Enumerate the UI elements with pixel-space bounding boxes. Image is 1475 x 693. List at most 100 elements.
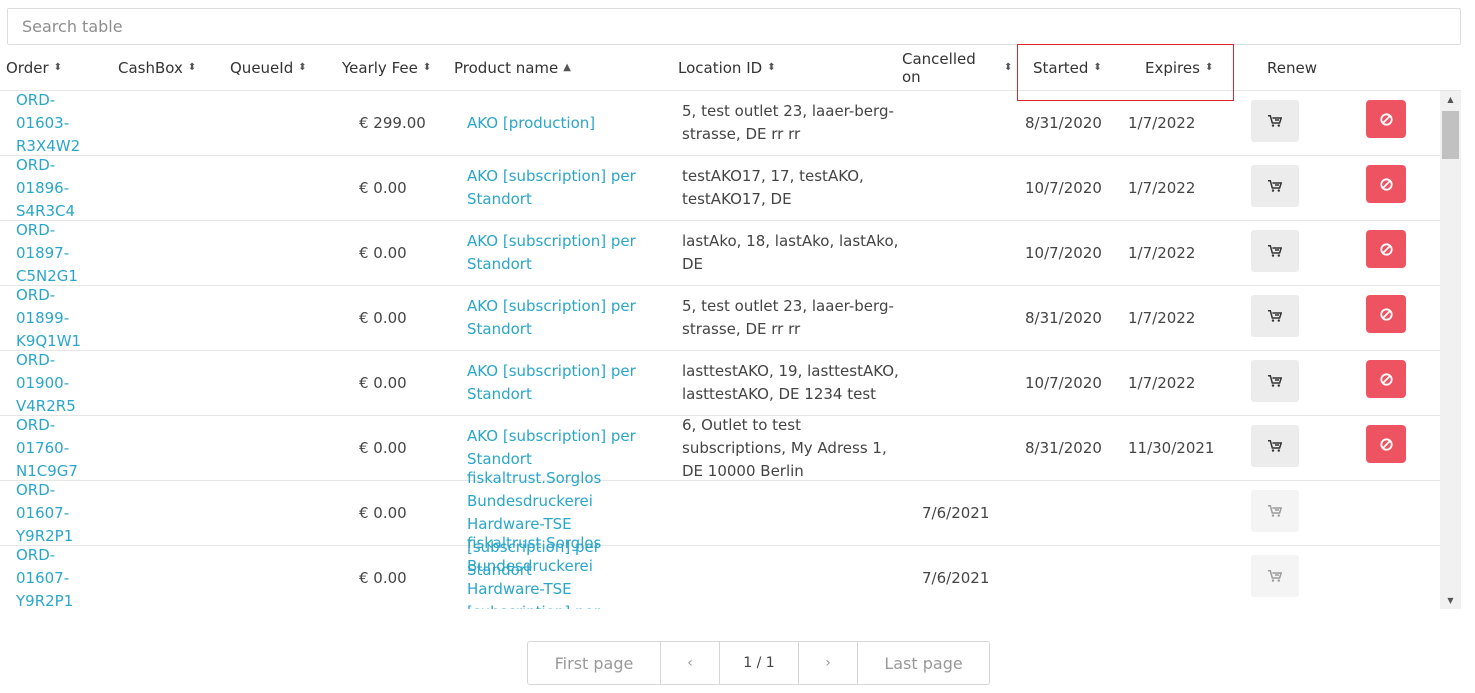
order-id-part: 01760- bbox=[16, 438, 70, 457]
renew-button[interactable] bbox=[1251, 165, 1299, 207]
order-id-part: 01607- bbox=[16, 503, 70, 522]
order-link[interactable]: ORD- 01760- N1C9G7 bbox=[16, 416, 96, 480]
column-header-renew: Renew bbox=[1267, 45, 1317, 91]
product-link[interactable]: AKO [production] bbox=[467, 91, 667, 155]
order-id-part: 01896- bbox=[16, 178, 70, 197]
renew-button[interactable] bbox=[1251, 230, 1299, 272]
cart-icon bbox=[1268, 310, 1282, 322]
cancel-subscription-button[interactable] bbox=[1366, 360, 1406, 398]
previous-page-button[interactable]: ‹ bbox=[660, 641, 720, 685]
started-date: 8/31/2020 bbox=[1025, 113, 1102, 132]
cart-icon bbox=[1268, 375, 1282, 387]
cancel-subscription-button[interactable] bbox=[1366, 425, 1406, 463]
column-header-yearly-fee[interactable]: Yearly Fee ⬍ bbox=[342, 45, 431, 91]
sort-icon: ⬍ bbox=[1004, 62, 1013, 73]
product-link[interactable]: fiskaltrust.Sorglos Bundesdruckerei Hard… bbox=[467, 534, 667, 609]
product-link[interactable]: AKO [subscription] per Standort bbox=[467, 351, 667, 415]
product-link[interactable]: AKO [subscription] per Standort bbox=[467, 156, 667, 220]
product-name: AKO [subscription] per Standort bbox=[467, 232, 636, 273]
order-link[interactable]: ORD- 01607- Y9R2P1 bbox=[16, 481, 96, 545]
sort-icon: ⬍ bbox=[53, 62, 63, 73]
product-name: AKO [subscription] per Standort bbox=[467, 427, 636, 468]
column-header-queueid[interactable]: QueueId ⬍ bbox=[230, 45, 307, 91]
expires-date: 1/7/2022 bbox=[1128, 308, 1196, 327]
order-id-part: 01603- bbox=[16, 113, 70, 132]
cancel-subscription-button[interactable] bbox=[1366, 100, 1406, 138]
next-page-button[interactable]: › bbox=[798, 641, 858, 685]
cancel-subscription-button[interactable] bbox=[1366, 165, 1406, 203]
last-page-button[interactable]: Last page bbox=[857, 641, 990, 685]
cart-icon bbox=[1268, 440, 1282, 452]
sort-icon: ⬍ bbox=[298, 62, 307, 73]
expires-date: 1/7/2022 bbox=[1128, 373, 1196, 392]
column-header-location-id[interactable]: Location ID ⬍ bbox=[678, 45, 776, 91]
order-id-part: ORD- bbox=[16, 480, 56, 499]
cart-icon bbox=[1268, 180, 1282, 192]
order-id-part: ORD- bbox=[16, 415, 56, 434]
column-header-cancelled-on-label: Cancelled on bbox=[902, 50, 976, 86]
column-header-cashbox[interactable]: CashBox ⬍ bbox=[118, 45, 196, 91]
column-header-product-name[interactable]: Product name ▲ bbox=[454, 45, 571, 91]
renew-button[interactable] bbox=[1251, 295, 1299, 337]
location-id: 6, Outlet to test subscriptions, My Adre… bbox=[682, 416, 907, 480]
started-date: 8/31/2020 bbox=[1025, 308, 1102, 327]
scrollbar-thumb[interactable] bbox=[1442, 111, 1459, 159]
column-header-location-id-label: Location ID bbox=[678, 59, 763, 77]
vertical-scrollbar[interactable]: ▲ ▼ bbox=[1440, 91, 1461, 609]
order-link[interactable]: ORD- 01900- V4R2R5 bbox=[16, 351, 96, 415]
started-date: 10/7/2020 bbox=[1025, 243, 1102, 262]
scroll-up-arrow[interactable]: ▲ bbox=[1440, 91, 1461, 108]
yearly-fee: € 299.00 bbox=[359, 113, 426, 132]
order-id-part: ORD- bbox=[16, 285, 56, 304]
column-header-yearly-fee-label: Yearly Fee bbox=[342, 59, 418, 77]
product-link[interactable]: AKO [subscription] per Standort bbox=[467, 286, 667, 350]
column-header-cancelled-on[interactable]: Cancelled on ⬍ bbox=[902, 45, 1018, 91]
column-header-expires[interactable]: Expires ⬍ bbox=[1145, 45, 1213, 91]
renew-button bbox=[1251, 555, 1299, 597]
location-id bbox=[682, 481, 907, 545]
product-name: AKO [subscription] per Standort bbox=[467, 297, 636, 338]
location-text: 5, test outlet 23, laaer-berg-strasse, D… bbox=[682, 297, 894, 338]
yearly-fee: € 0.00 bbox=[359, 568, 407, 587]
column-header-order[interactable]: Order ⬍ bbox=[6, 45, 62, 91]
cancel-subscription-button[interactable] bbox=[1366, 295, 1406, 333]
renew-button[interactable] bbox=[1251, 425, 1299, 467]
pagination: First page ‹ 1 / 1 › Last page bbox=[527, 641, 990, 685]
column-header-started[interactable]: Started ⬍ bbox=[1033, 45, 1102, 91]
order-id-part: ORD- bbox=[16, 155, 56, 174]
ban-icon bbox=[1379, 372, 1393, 386]
ban-icon bbox=[1379, 307, 1393, 321]
column-header-expires-label: Expires bbox=[1145, 59, 1200, 77]
location-id: 5, test outlet 23, laaer-berg-strasse, D… bbox=[682, 91, 907, 155]
search-input[interactable] bbox=[7, 8, 1461, 45]
table-row: ORD- 01896- S4R3C4 € 0.00 AKO [subscript… bbox=[0, 156, 1440, 221]
first-page-button[interactable]: First page bbox=[527, 641, 661, 685]
cart-icon bbox=[1268, 115, 1282, 127]
renew-button[interactable] bbox=[1251, 100, 1299, 142]
column-header-order-label: Order bbox=[6, 59, 49, 77]
ban-icon bbox=[1379, 112, 1393, 126]
location-id: testAKO17, 17, testAKO, testAKO17, DE bbox=[682, 156, 907, 220]
order-link[interactable]: ORD- 01603- R3X4W2 bbox=[16, 91, 96, 155]
cart-icon bbox=[1268, 570, 1282, 582]
order-link[interactable]: ORD- 01899- K9Q1W1 bbox=[16, 286, 96, 350]
order-link[interactable]: ORD- 01607- Y9R2P1 bbox=[16, 546, 96, 610]
yearly-fee: € 0.00 bbox=[359, 503, 407, 522]
yearly-fee: € 0.00 bbox=[359, 308, 407, 327]
cart-icon bbox=[1268, 245, 1282, 257]
table-row: ORD- 01760- N1C9G7 € 0.00 AKO [subscript… bbox=[0, 416, 1440, 481]
location-id: 5, test outlet 23, laaer-berg-strasse, D… bbox=[682, 286, 907, 350]
table-row: ORD- 01897- C5N2G1 € 0.00 AKO [subscript… bbox=[0, 221, 1440, 286]
order-id-part: Y9R2P1 bbox=[16, 591, 74, 610]
ban-icon bbox=[1379, 242, 1393, 256]
product-name: fiskaltrust.Sorglos Bundesdruckerei Hard… bbox=[467, 534, 602, 609]
order-id-part: ORD- bbox=[16, 91, 56, 109]
order-link[interactable]: ORD- 01897- C5N2G1 bbox=[16, 221, 96, 285]
scroll-down-arrow[interactable]: ▼ bbox=[1440, 592, 1461, 609]
yearly-fee: € 0.00 bbox=[359, 178, 407, 197]
product-link[interactable]: AKO [subscription] per Standort bbox=[467, 221, 667, 285]
cancel-subscription-button[interactable] bbox=[1366, 230, 1406, 268]
yearly-fee: € 0.00 bbox=[359, 243, 407, 262]
order-link[interactable]: ORD- 01896- S4R3C4 bbox=[16, 156, 96, 220]
renew-button[interactable] bbox=[1251, 360, 1299, 402]
